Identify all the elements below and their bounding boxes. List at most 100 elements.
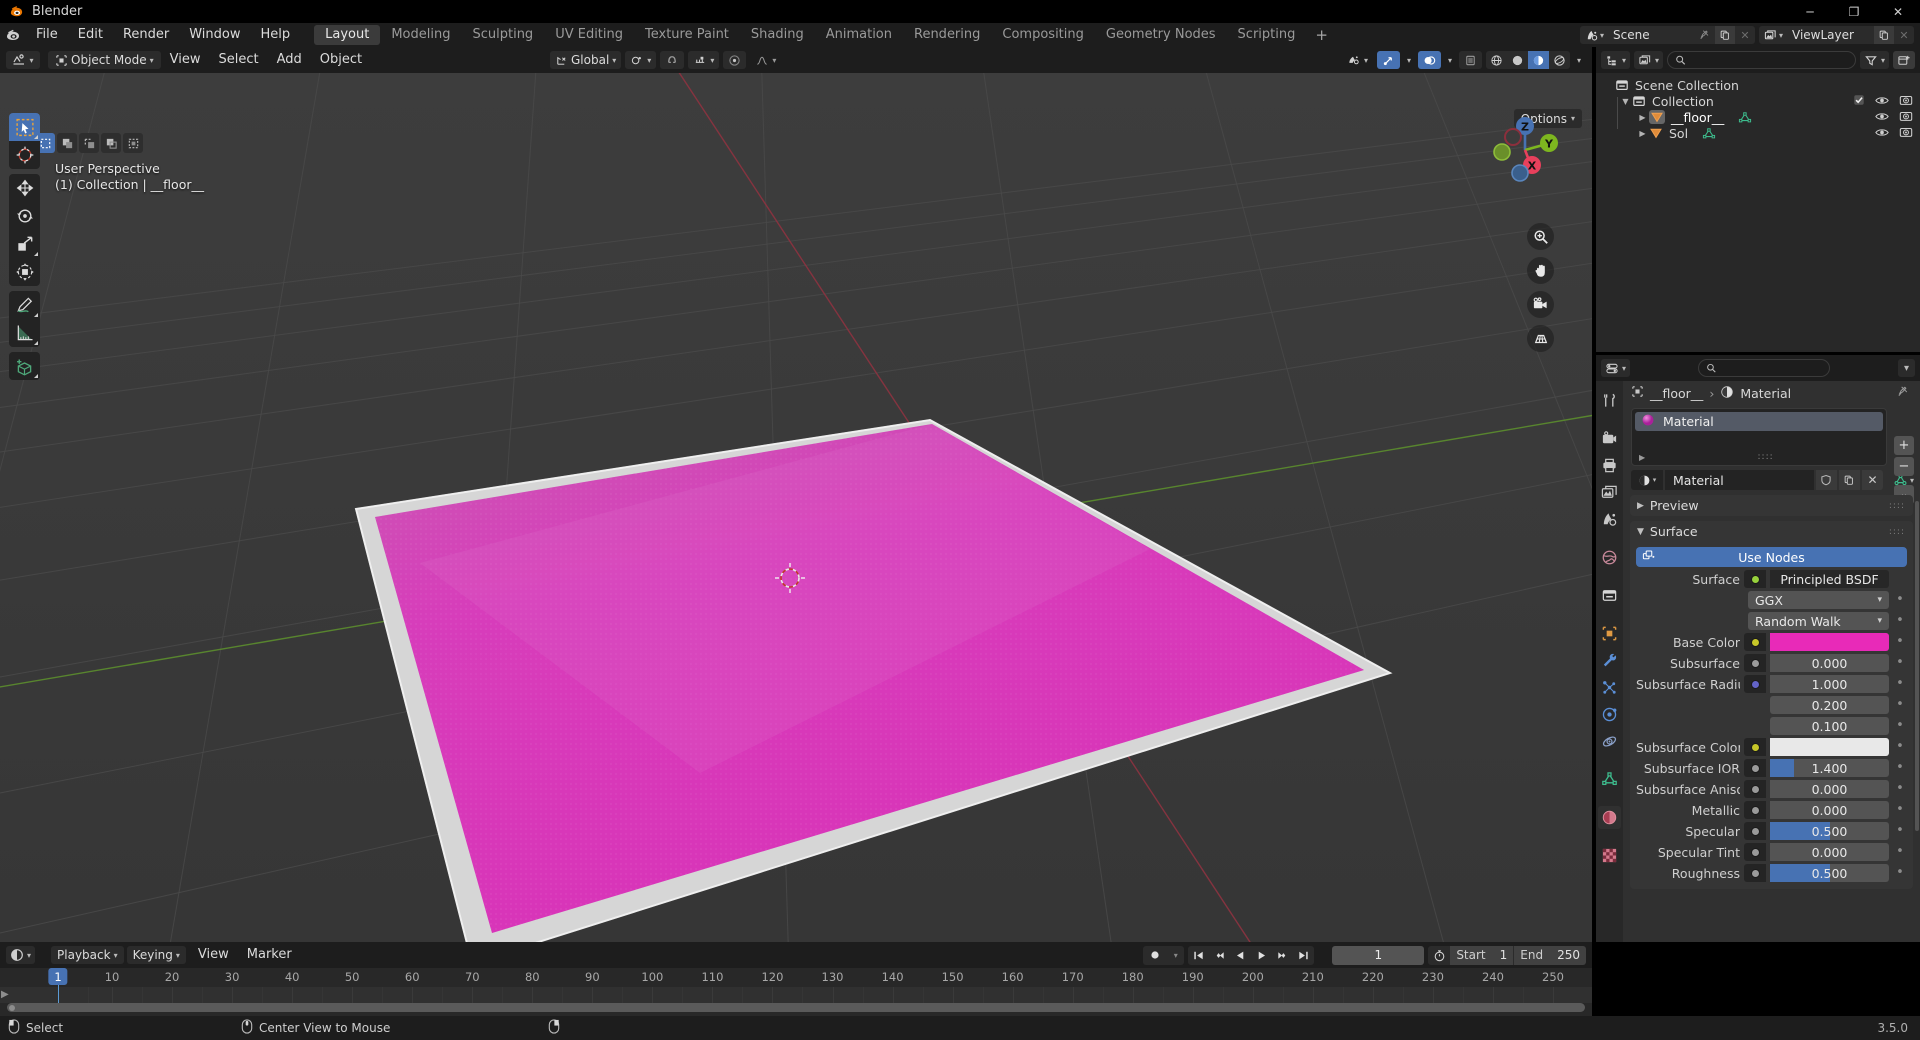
node-socket-subsurface-ior[interactable]	[1744, 759, 1766, 777]
viewport-canvas[interactable]: User Perspective (1) Collection | __floo…	[0, 73, 1592, 942]
object-mode-selector[interactable]: Object Mode ▾	[48, 51, 161, 69]
filter-id-icon[interactable]: ▾	[1634, 51, 1664, 69]
transform-tool[interactable]	[9, 258, 40, 286]
rotate-tool[interactable]	[9, 202, 40, 230]
proportional-editing-toggle[interactable]	[723, 51, 747, 69]
outliner-search-box[interactable]	[1667, 51, 1856, 69]
animate-property-decorator-icon[interactable]: •	[1893, 719, 1907, 732]
select-extend-icon[interactable]	[57, 133, 77, 153]
wireframe-shading-icon[interactable]	[1485, 51, 1507, 69]
eye-icon[interactable]	[1875, 110, 1889, 125]
shading-settings-selector[interactable]: ▾	[1574, 51, 1584, 69]
properties-tab-scene[interactable]	[1598, 508, 1621, 531]
snap-magnet-icon[interactable]	[660, 51, 685, 69]
auto-keying-settings-icon[interactable]: ▾	[1167, 946, 1184, 965]
pivot-point-selector[interactable]: ▾	[625, 51, 657, 69]
frame-end-field[interactable]: End 250	[1513, 945, 1586, 965]
timeline-horizontal-scrollbar[interactable]	[7, 1003, 1585, 1012]
navigation-gizmo[interactable]: Z Y X	[1486, 111, 1564, 189]
properties-options-chevron-down-icon[interactable]: ▾	[1897, 359, 1915, 377]
properties-tab-collection[interactable]	[1598, 584, 1621, 607]
outliner-row-scene collection[interactable]: Scene Collection	[1596, 77, 1920, 93]
zoom-icon[interactable]	[1527, 223, 1554, 250]
jump-to-prev-keyframe-icon[interactable]	[1209, 946, 1230, 965]
checkbox-icon[interactable]	[1853, 94, 1865, 109]
material-browse-icon[interactable]: ▾	[1631, 470, 1663, 490]
workspace-tab-rendering[interactable]: Rendering	[903, 25, 991, 45]
visibility-selector[interactable]: ▾	[1342, 51, 1373, 69]
properties-tab-render[interactable]	[1598, 427, 1621, 450]
color-swatch-base-color[interactable]	[1770, 633, 1889, 651]
viewport-menu-object[interactable]: Object	[311, 48, 371, 72]
properties-tab-physics[interactable]	[1598, 703, 1621, 726]
scene-selector[interactable]: ▾ Scene ✕	[1579, 26, 1755, 44]
menu-help[interactable]: Help	[251, 23, 301, 47]
animate-property-decorator-icon[interactable]: •	[1893, 866, 1907, 879]
frame-start-field[interactable]: Start 1	[1450, 945, 1514, 965]
workspace-tab-texture-paint[interactable]: Texture Paint	[634, 25, 740, 45]
editor-type-timeline-icon[interactable]: ▾	[6, 946, 36, 964]
scale-tool[interactable]	[9, 230, 40, 258]
material-name-field[interactable]: Material	[1665, 470, 1814, 490]
overlays-toggle[interactable]	[1417, 51, 1441, 69]
play-reverse-icon[interactable]	[1230, 946, 1251, 965]
property-value-metallic[interactable]: 0.000	[1770, 801, 1889, 819]
editor-type-3dview-icon[interactable]: ▾	[6, 51, 40, 69]
workspace-tab-geometry-nodes[interactable]: Geometry Nodes	[1095, 25, 1227, 45]
disclosure-triangle-icon[interactable]: ▼	[1619, 97, 1632, 106]
annotate-tool[interactable]	[9, 291, 40, 319]
animate-property-decorator-icon[interactable]: •	[1893, 845, 1907, 858]
menu-edit[interactable]: Edit	[68, 23, 113, 47]
remove-viewlayer-icon[interactable]: ✕	[1894, 26, 1914, 44]
property-dropdown-random-walk[interactable]: Random Walk ▾	[1748, 612, 1889, 630]
properties-tab-data[interactable]	[1598, 768, 1621, 791]
minimize-button[interactable]: ─	[1788, 0, 1832, 23]
add-cube-tool[interactable]	[9, 352, 40, 380]
animate-property-decorator-icon[interactable]: •	[1893, 824, 1907, 837]
property-value-subsurface[interactable]: 0.000	[1770, 654, 1889, 672]
menu-file[interactable]: File	[26, 23, 68, 47]
viewport-menu-view[interactable]: View	[161, 48, 210, 72]
add-material-slot-button[interactable]: +	[1894, 436, 1914, 455]
node-socket-specular-tint[interactable]	[1744, 843, 1766, 861]
timeline-playhead-label[interactable]: 1	[48, 968, 68, 985]
camera-icon[interactable]	[1899, 94, 1913, 109]
color-swatch-subsurface-color[interactable]	[1770, 738, 1889, 756]
outliner-search-input[interactable]	[1690, 53, 1848, 67]
breadcrumb-material-name[interactable]: Material	[1740, 386, 1791, 401]
slot-resize-grip-icon[interactable]: ::::	[1758, 452, 1774, 462]
menu-window[interactable]: Window	[179, 23, 250, 47]
timeline-track-area[interactable]	[0, 987, 1592, 1003]
overlay-settings-selector[interactable]: ▾	[1445, 51, 1455, 69]
solid-shading-icon[interactable]	[1506, 51, 1528, 69]
camera-icon[interactable]	[1899, 126, 1913, 141]
snap-settings-selector[interactable]: ▾	[688, 51, 720, 69]
node-socket-metallic[interactable]	[1744, 801, 1766, 819]
properties-tab-tool[interactable]	[1598, 389, 1621, 412]
properties-tab-constraints[interactable]	[1598, 730, 1621, 753]
measure-tool[interactable]	[9, 319, 40, 347]
property-value-surface[interactable]: Principled BSDF	[1770, 570, 1889, 588]
eye-icon[interactable]	[1875, 94, 1889, 109]
outliner-display-mode-icon[interactable]: ▾	[1601, 51, 1631, 69]
outliner-row-collection[interactable]: ▼ Collection	[1596, 93, 1920, 109]
timeline-menu-marker[interactable]: Marker	[238, 943, 301, 967]
animate-property-decorator-icon[interactable]: •	[1893, 677, 1907, 690]
property-dropdown-ggx[interactable]: GGX ▾	[1748, 591, 1889, 609]
node-socket-subsurface[interactable]	[1744, 654, 1766, 672]
workspace-tab-sculpting[interactable]: Sculpting	[461, 25, 544, 45]
properties-tab-object[interactable]	[1598, 622, 1621, 645]
material-slot-row[interactable]: Material	[1635, 412, 1883, 431]
material-slot-list[interactable]: Material ▶ ::::	[1631, 408, 1887, 466]
add-workspace-button[interactable]: +	[1306, 26, 1337, 44]
xray-toggle[interactable]	[1458, 51, 1482, 69]
outliner-row-sol[interactable]: ▶ Sol	[1596, 125, 1920, 141]
fake-user-icon[interactable]	[1815, 470, 1837, 490]
use-preview-range-icon[interactable]	[1428, 945, 1451, 965]
remove-material-slot-button[interactable]: −	[1894, 457, 1914, 476]
select-intersect-icon[interactable]	[123, 133, 143, 153]
timeline-sidebar-toggle-icon[interactable]: ▶	[1, 989, 9, 1000]
workspace-tab-modeling[interactable]: Modeling	[380, 25, 461, 45]
gizmo-settings-selector[interactable]: ▾	[1404, 51, 1414, 69]
timeline-menu-keying[interactable]: Keying ▾	[126, 946, 186, 964]
